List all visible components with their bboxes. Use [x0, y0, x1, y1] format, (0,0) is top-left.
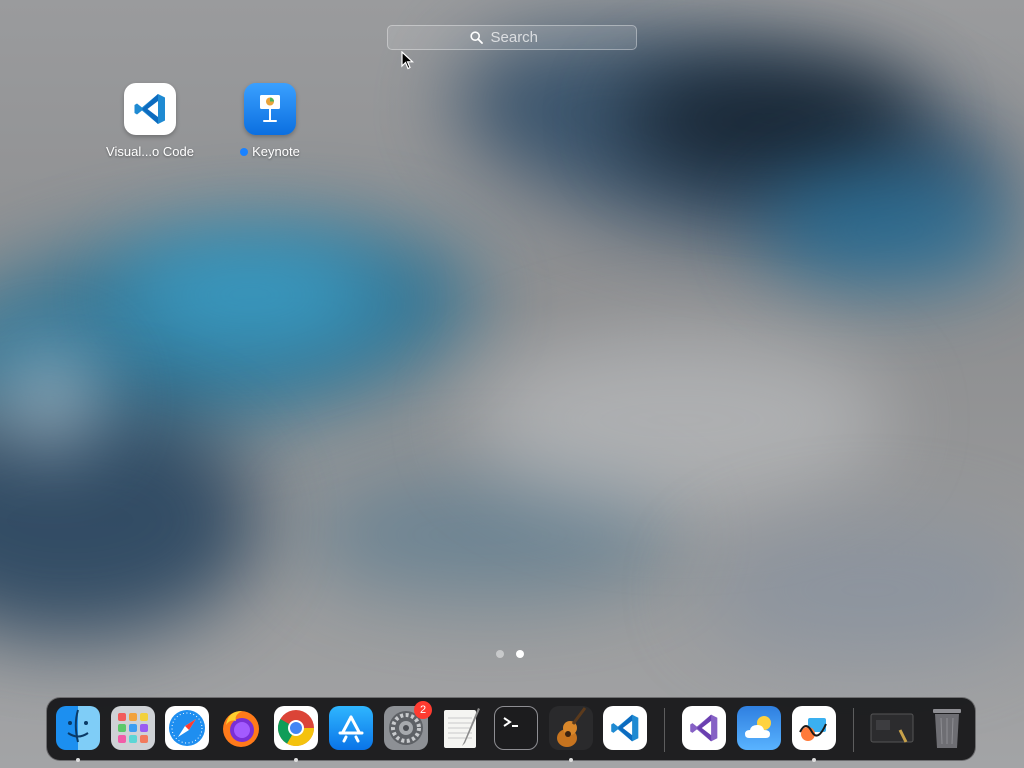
- keynote-icon: [244, 83, 296, 135]
- running-indicator: [569, 758, 573, 762]
- vscode-icon: [124, 83, 176, 135]
- textedit-icon: [439, 706, 483, 750]
- chrome-icon: [274, 706, 318, 750]
- finder-icon: [56, 706, 100, 750]
- dock-item-weather[interactable]: [737, 706, 781, 750]
- dock-item-garageband[interactable]: [549, 706, 593, 762]
- dock-item-firefox[interactable]: [219, 706, 263, 750]
- page-dot-1[interactable]: [496, 650, 504, 658]
- running-indicator: [76, 758, 80, 762]
- dock-separator: [853, 708, 854, 752]
- dock-item-chrome[interactable]: [274, 706, 318, 762]
- vscode-icon: [603, 706, 647, 750]
- app-label: Keynote: [210, 144, 330, 159]
- dock-item-visual-studio[interactable]: [682, 706, 726, 750]
- app-label: Visual...o Code: [106, 144, 194, 159]
- search-icon: [469, 31, 483, 44]
- dock-item-screenshot[interactable]: [870, 706, 914, 750]
- page-indicator: [496, 650, 524, 658]
- weather-icon: [737, 706, 781, 750]
- page-dot-2-current[interactable]: [516, 650, 524, 658]
- new-app-indicator: [240, 147, 249, 156]
- dock-item-launchpad[interactable]: [111, 706, 155, 750]
- mouse-cursor-icon: [401, 50, 415, 75]
- dock-item-app-store[interactable]: [329, 706, 373, 750]
- dock-item-trash[interactable]: [925, 706, 969, 750]
- search-input[interactable]: [488, 28, 555, 47]
- running-indicator: [812, 758, 816, 762]
- dock-item-safari[interactable]: [165, 706, 209, 750]
- dock: 2: [46, 697, 976, 762]
- app-visual-studio-code[interactable]: Visual...o Code: [90, 83, 210, 159]
- notification-badge: 2: [414, 701, 432, 719]
- dock-separator: [664, 708, 665, 752]
- dock-item-textedit[interactable]: [439, 706, 483, 750]
- app-label-text: Keynote: [252, 144, 300, 159]
- screenshot-icon: [870, 706, 914, 750]
- freeform-icon: [792, 706, 836, 750]
- firefox-icon: [219, 706, 263, 750]
- running-indicator: [294, 758, 298, 762]
- launchpad-icon: [111, 706, 155, 750]
- dock-item-terminal[interactable]: [494, 706, 538, 750]
- app-store-icon: [329, 706, 373, 750]
- garageband-icon: [549, 706, 593, 750]
- safari-icon: [165, 706, 209, 750]
- dock-item-freeform[interactable]: [792, 706, 836, 762]
- visual-studio-icon: [682, 706, 726, 750]
- dock-item-vscode[interactable]: [603, 706, 647, 750]
- trash-icon: [925, 706, 969, 750]
- dock-item-system-preferences[interactable]: 2: [384, 701, 432, 750]
- dock-item-finder[interactable]: [56, 706, 100, 762]
- terminal-icon: [494, 706, 538, 750]
- app-keynote[interactable]: Keynote: [210, 83, 330, 159]
- launchpad-search[interactable]: [387, 25, 637, 50]
